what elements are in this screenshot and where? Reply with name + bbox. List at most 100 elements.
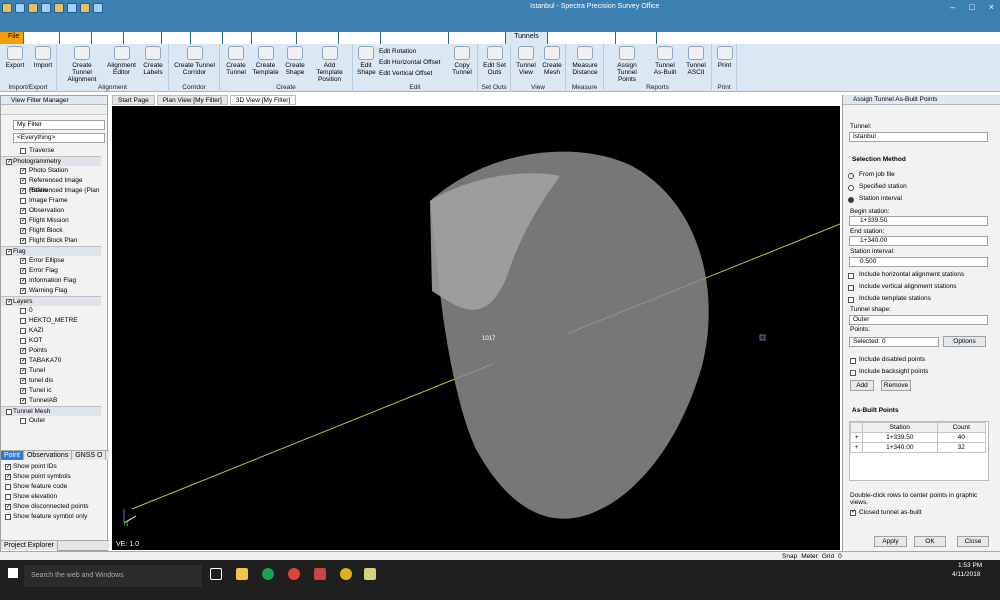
create-tunnel-corridor-button[interactable]: Create Tunnel Corridor xyxy=(173,46,216,76)
status-item[interactable]: Grid xyxy=(822,553,834,560)
create-tunnel-alignment-button[interactable]: Create Tunnel Alignment xyxy=(62,46,102,83)
remove-button[interactable]: Remove xyxy=(881,380,911,391)
filter-item[interactable]: Referenced Image (Plan xyxy=(1,186,101,196)
filter-section[interactable]: Layers xyxy=(1,296,101,307)
filter-item[interactable]: Error Flag xyxy=(1,266,101,276)
checkbox-icon[interactable] xyxy=(20,286,26,296)
station-interval-field[interactable]: 0.500 xyxy=(849,257,988,267)
filter-item[interactable]: TunnelAB xyxy=(1,396,101,406)
checkbox-icon[interactable] xyxy=(20,206,26,216)
menu-tab-photogrammetry[interactable]: Photogrammetry xyxy=(381,32,450,44)
table-row[interactable]: +1+339.50 40 xyxy=(850,432,987,443)
create-template-button[interactable]: Create Template xyxy=(251,46,280,76)
filter-item[interactable]: HEKTO_METRE xyxy=(1,316,101,326)
filter-item[interactable]: Observation xyxy=(1,206,101,216)
menu-tab-gis[interactable]: GIS xyxy=(162,32,192,44)
open-icon[interactable] xyxy=(28,3,38,13)
checkbox-icon[interactable] xyxy=(20,236,26,246)
edit-rotation-button[interactable]: Edit Rotation xyxy=(379,48,416,55)
checkbox-icon[interactable] xyxy=(5,514,11,520)
redo-icon[interactable] xyxy=(67,3,77,13)
checkbox-icon[interactable] xyxy=(5,484,11,490)
filter-item[interactable]: Traverse xyxy=(1,146,101,156)
menu-tab-point-clouds[interactable]: Point Clouds xyxy=(449,32,507,44)
menu-tab-corridor[interactable]: Corridor xyxy=(297,32,340,44)
status-item[interactable]: Meter xyxy=(801,553,818,560)
filter-item[interactable]: Outer xyxy=(1,416,101,426)
tab-point[interactable]: Point xyxy=(1,451,24,460)
checkbox-icon[interactable] xyxy=(20,366,26,376)
filter-select[interactable]: My Filter xyxy=(13,120,105,130)
checkbox-icon[interactable] xyxy=(20,328,26,334)
tab-project-explorer[interactable]: Project Explorer xyxy=(1,541,58,550)
checkbox-icon[interactable] xyxy=(848,297,854,303)
menu-tab-view[interactable]: View xyxy=(60,32,92,44)
radio-button-icon[interactable] xyxy=(848,173,854,179)
save-icon[interactable] xyxy=(41,3,51,13)
checkbox-icon[interactable] xyxy=(20,266,26,276)
end-station-field[interactable]: 1+340.00 xyxy=(849,236,988,246)
tunnel-as-built-button[interactable]: Tunnel As-Built xyxy=(650,46,680,76)
filter-item[interactable]: Tunel ic xyxy=(1,386,101,396)
checkbox-icon[interactable] xyxy=(6,157,12,167)
add-button[interactable]: Add xyxy=(850,380,874,391)
checkbox-icon[interactable] xyxy=(20,318,26,324)
taskbar-search[interactable]: Search the web and Windows xyxy=(24,565,202,587)
filter-item[interactable]: 0 xyxy=(1,306,101,316)
checkbox-icon[interactable] xyxy=(6,297,12,307)
minimize-icon[interactable]: – xyxy=(950,2,955,12)
begin-station-field[interactable]: 1+339.50 xyxy=(849,216,988,226)
point-option[interactable]: Show point symbols xyxy=(1,472,109,482)
alignment-editor-button[interactable]: Alignment Editor xyxy=(107,46,136,76)
tab-observations[interactable]: Observations xyxy=(23,451,73,460)
apply-button[interactable]: Apply xyxy=(874,536,907,547)
focus-point-marker[interactable] xyxy=(759,334,766,341)
filter-item[interactable]: Image Frame xyxy=(1,196,101,206)
filter-item[interactable]: Error Ellipse xyxy=(1,256,101,266)
checkbox-icon[interactable] xyxy=(5,494,11,500)
checkbox-icon[interactable] xyxy=(20,216,26,226)
chrome-icon[interactable] xyxy=(288,568,300,580)
window-controls[interactable]: – □ × xyxy=(950,2,994,12)
checkbox-icon[interactable] xyxy=(20,376,26,386)
ok-button[interactable]: OK xyxy=(914,536,946,547)
status-item[interactable]: 0 xyxy=(838,553,842,560)
undo-icon[interactable] xyxy=(54,3,64,13)
checkbox-icon[interactable] xyxy=(20,166,26,176)
windows-start-icon[interactable] xyxy=(8,568,18,578)
menu-tab-surfaces[interactable]: Surfaces xyxy=(252,32,297,44)
close-button[interactable]: Close xyxy=(957,536,989,547)
filter-item[interactable]: KAZI xyxy=(1,326,101,336)
filter-item[interactable]: Flight Block xyxy=(1,226,101,236)
checkbox-icon[interactable] xyxy=(20,176,26,186)
tunnel-ascii-button[interactable]: Tunnel ASCII xyxy=(684,46,708,76)
file-explorer-icon[interactable] xyxy=(236,568,248,580)
import-button[interactable]: Import xyxy=(32,46,54,69)
print-icon[interactable] xyxy=(80,3,90,13)
checkbox-icon[interactable] xyxy=(20,338,26,344)
menu-tab-data[interactable]: Data xyxy=(92,32,124,44)
point-option[interactable]: Show disconnected points xyxy=(1,502,109,512)
checkbox-icon[interactable] xyxy=(848,285,854,291)
copy-tunnel-button[interactable]: Copy Tunnel xyxy=(450,46,474,76)
app-icon-1[interactable] xyxy=(314,568,326,580)
new-icon[interactable] xyxy=(15,3,25,13)
filter-item[interactable]: tunel dis xyxy=(1,376,101,386)
settings-icon[interactable] xyxy=(93,3,103,13)
checkbox-icon[interactable] xyxy=(5,462,11,472)
task-view-icon[interactable] xyxy=(210,568,222,580)
point-option[interactable]: Show feature code xyxy=(1,482,109,492)
checkbox-icon[interactable] xyxy=(20,148,26,154)
3d-view-canvas[interactable]: 1017 18861618163016051625124816511609145… xyxy=(112,106,840,550)
filter-item[interactable]: KOT xyxy=(1,336,101,346)
survey-office-taskbar-icon[interactable] xyxy=(364,568,376,580)
selection-method-option[interactable]: From job file xyxy=(848,171,907,183)
menu-tab-machine-control[interactable]: Machine Control xyxy=(548,32,616,44)
checkbox-icon[interactable] xyxy=(20,418,26,424)
filter-section[interactable]: Photogrammetry xyxy=(1,156,101,167)
maximize-icon[interactable]: □ xyxy=(969,2,974,12)
checkbox-icon[interactable] xyxy=(5,502,11,512)
menu-tab-tunnels[interactable]: Tunnels xyxy=(506,32,548,44)
menu-tab-home[interactable]: Home xyxy=(24,32,60,44)
checkbox-icon[interactable] xyxy=(20,276,26,286)
